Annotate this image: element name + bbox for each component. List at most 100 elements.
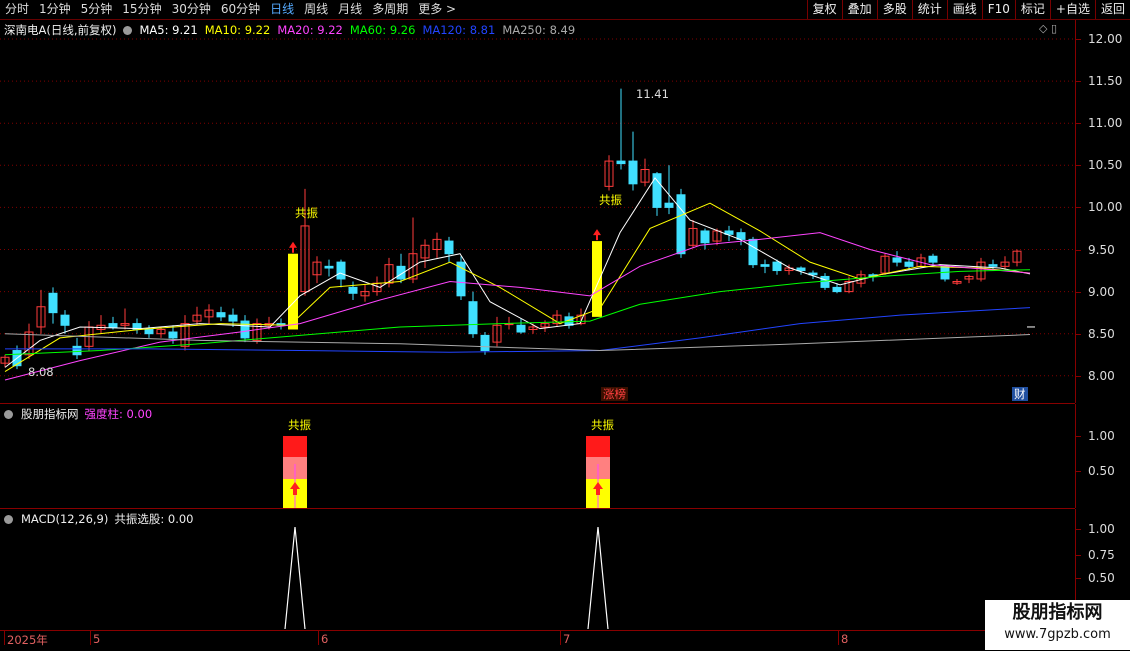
toolbar-button-6[interactable]: 标记 bbox=[1014, 0, 1050, 19]
ma-label-0: MA5: 9.21 bbox=[139, 23, 198, 37]
candle-body bbox=[48, 292, 58, 314]
resonance-value: 共振选股: 0.00 bbox=[114, 512, 194, 526]
price-axis: 12.00 11.50 11.00 10.50 10.00 9.50 9.00 8.50 8.0… bbox=[1075, 20, 1130, 403]
ind-tick-0: 1.00 bbox=[1088, 429, 1115, 443]
price-tick-1: 11.50 bbox=[1088, 74, 1123, 89]
resonance-line-chart bbox=[284, 526, 609, 629]
period-tab-1[interactable]: 1分钟 bbox=[34, 0, 76, 19]
main-chart-pane[interactable]: 深南电A(日线,前复权) MA5: 9.21 MA10: 9.22 MA20: 9.… bbox=[0, 20, 1075, 404]
indicator-axis: 1.00 0.50 bbox=[1075, 404, 1130, 508]
price-tickmark-3 bbox=[1076, 165, 1081, 167]
main-chart-header: 深南电A(日线,前复权) MA5: 9.21 MA10: 9.22 MA20: 9.… bbox=[4, 22, 575, 38]
ma-label-4: MA120: 8.81 bbox=[422, 23, 496, 37]
toolbar-button-0[interactable]: 复权 bbox=[806, 0, 842, 19]
signal-bar bbox=[288, 253, 298, 330]
zhangbang-tag[interactable]: 涨榜 bbox=[601, 387, 628, 401]
candle-body bbox=[628, 160, 638, 185]
date-axis: 2025年 5 6 7 8 bbox=[0, 630, 1075, 651]
macd-tickmark-2 bbox=[1076, 578, 1081, 579]
indicator-title[interactable]: 股朋指标网 bbox=[21, 406, 79, 422]
stock-title[interactable]: 深南电A(日线,前复权) bbox=[4, 22, 117, 38]
candle-body bbox=[468, 301, 478, 335]
price-tick-8: 8.00 bbox=[1088, 368, 1115, 383]
period-tab-4[interactable]: 30分钟 bbox=[167, 0, 216, 19]
macd-title[interactable]: MACD(12,26,9) bbox=[21, 512, 108, 526]
macd-pane[interactable]: MACD(12,26,9) 共振选股: 0.00 bbox=[0, 509, 1075, 629]
period-tab-8[interactable]: 月线 bbox=[333, 0, 367, 19]
low-price-label: 8.08 bbox=[28, 365, 54, 379]
date-separator bbox=[560, 631, 561, 645]
candle-body bbox=[144, 328, 154, 335]
watermark-url: www.7gpzb.com bbox=[1004, 627, 1111, 642]
signal-arrow-icon bbox=[593, 229, 601, 241]
toolbar-button-5[interactable]: F10 bbox=[981, 0, 1015, 19]
candle-body bbox=[820, 275, 830, 288]
watermark: 股朋指标网 www.7gpzb.com bbox=[985, 600, 1130, 650]
ma-legend: MA5: 9.21 MA10: 9.22 MA20: 9.22 MA60: 9.26 M… bbox=[140, 23, 576, 37]
period-tab-9[interactable]: 多周期 bbox=[367, 0, 413, 19]
diamond-icon[interactable]: ◇ ▯ bbox=[1039, 22, 1057, 35]
toolbar-button-4[interactable]: 画线 bbox=[946, 0, 982, 19]
toolbar-button-2[interactable]: 多股 bbox=[876, 0, 912, 19]
date-label-3: 7 bbox=[563, 632, 571, 646]
signal-bar bbox=[592, 241, 602, 317]
period-tab-7[interactable]: 周线 bbox=[299, 0, 333, 19]
toolbar-button-1[interactable]: 叠加 bbox=[841, 0, 877, 19]
signal-arrow-icon bbox=[289, 241, 297, 253]
candle-body bbox=[904, 261, 914, 267]
toolbar-button-7[interactable]: +自选 bbox=[1049, 0, 1095, 19]
period-tab-5[interactable]: 60分钟 bbox=[216, 0, 265, 19]
candle-body bbox=[168, 331, 178, 339]
period-tab-2[interactable]: 5分钟 bbox=[76, 0, 118, 19]
date-label-2: 6 bbox=[321, 632, 329, 646]
sub-signal-text-2: 共振 bbox=[591, 418, 614, 432]
ma-label-5: MA250: 8.49 bbox=[502, 23, 576, 37]
sub-signal-text-1: 共振 bbox=[288, 418, 311, 432]
macd-tick-0: 1.00 bbox=[1088, 522, 1115, 536]
price-tickmark-2 bbox=[1076, 123, 1081, 125]
ma-label-2: MA20: 9.22 bbox=[277, 23, 343, 37]
candle-body bbox=[772, 261, 782, 272]
resonance-spike bbox=[587, 526, 609, 629]
indicator-pane[interactable]: 股朋指标网 强度柱: 0.00 共振 共振 bbox=[0, 404, 1075, 509]
candle-body bbox=[60, 314, 70, 326]
candle-body bbox=[676, 194, 686, 255]
macd-tickmark-0 bbox=[1076, 529, 1081, 530]
date-label-1: 5 bbox=[93, 632, 101, 646]
date-label-4: 8 bbox=[841, 632, 849, 646]
settings-circle-icon[interactable] bbox=[4, 514, 13, 524]
candle-body bbox=[988, 264, 998, 267]
ma-label-3: MA60: 9.26 bbox=[349, 23, 416, 37]
settings-circle-icon[interactable] bbox=[122, 25, 132, 35]
price-tickmark-8 bbox=[1076, 375, 1081, 377]
candle-body bbox=[748, 238, 758, 266]
ind-tickmark-1 bbox=[1076, 471, 1081, 472]
period-tabs: 分时 1分钟 5分钟 15分钟 30分钟 60分钟 日线 周线 月线 多周期 更多 > bbox=[0, 0, 461, 19]
price-tickmark-5 bbox=[1076, 249, 1081, 251]
period-tab-3[interactable]: 15分钟 bbox=[117, 0, 166, 19]
candle-body bbox=[832, 286, 842, 293]
strength-value: 强度柱: 0.00 bbox=[84, 407, 153, 421]
candlestick-chart[interactable] bbox=[0, 20, 1075, 403]
candle-body bbox=[216, 312, 226, 318]
candle-body bbox=[444, 240, 454, 255]
period-tab-10[interactable]: 更多 > bbox=[413, 0, 461, 19]
macd-tick-1: 0.75 bbox=[1088, 548, 1115, 562]
macd-header: MACD(12,26,9) 共振选股: 0.00 bbox=[4, 511, 193, 527]
candle-body bbox=[228, 314, 238, 322]
strength-bar-chart bbox=[283, 436, 610, 508]
price-tickmark-0 bbox=[1076, 39, 1081, 40]
candle-body bbox=[108, 323, 118, 328]
price-tick-0: 12.00 bbox=[1088, 32, 1123, 46]
period-tab-0[interactable]: 分时 bbox=[0, 0, 34, 19]
settings-circle-icon[interactable] bbox=[4, 409, 13, 419]
toolbar-button-3[interactable]: 统计 bbox=[911, 0, 947, 19]
date-separator bbox=[90, 631, 91, 645]
strength-bar-red bbox=[283, 436, 307, 457]
period-tab-6[interactable]: 日线 bbox=[265, 0, 299, 19]
indicator-header: 股朋指标网 强度柱: 0.00 bbox=[4, 406, 152, 422]
toolbar-button-8[interactable]: 返回 bbox=[1094, 0, 1130, 19]
candle-body bbox=[336, 261, 346, 280]
strength-bar-red bbox=[586, 436, 610, 457]
finance-tag[interactable]: 财 bbox=[1012, 387, 1028, 401]
